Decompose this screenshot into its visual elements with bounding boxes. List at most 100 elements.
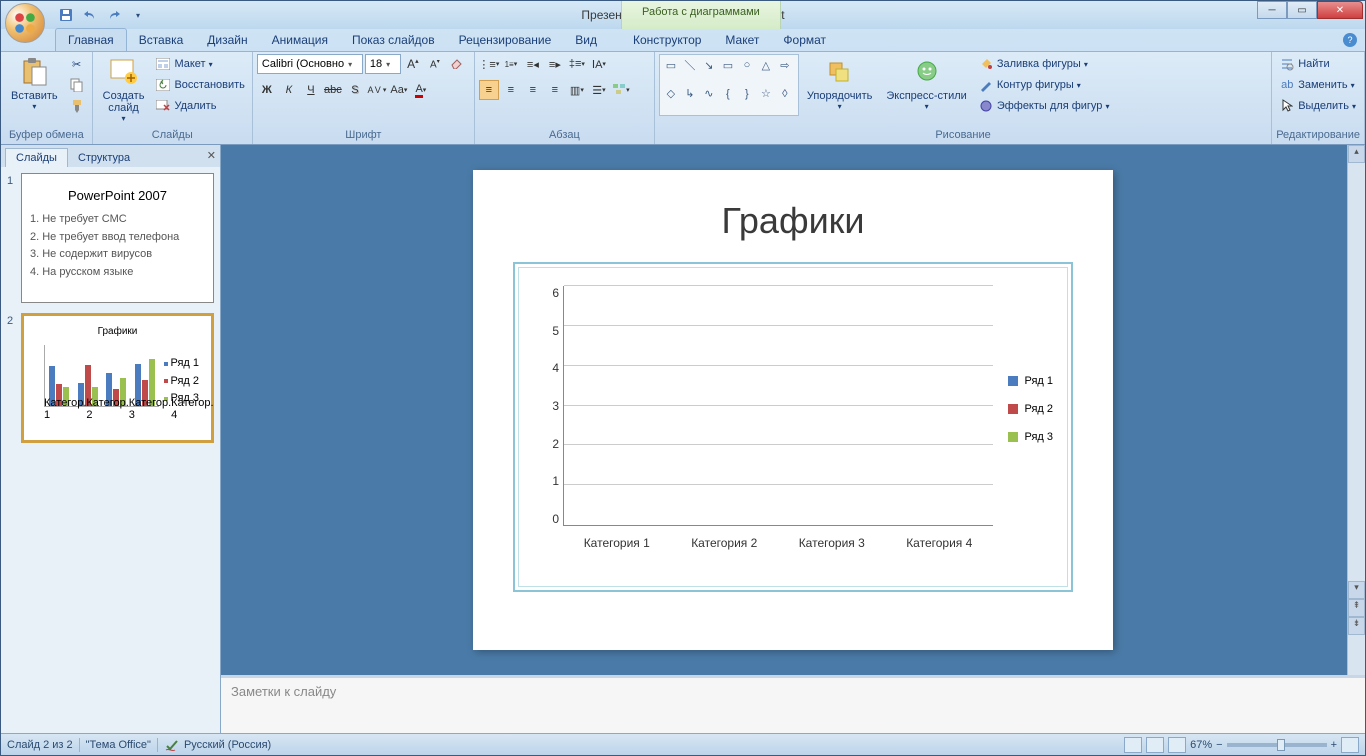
zoom-value[interactable]: 67%: [1190, 739, 1212, 751]
redo-button[interactable]: [105, 6, 123, 24]
tab-home[interactable]: Главная: [55, 28, 127, 51]
shape-effects-button[interactable]: Эффекты для фигур ▾: [975, 96, 1113, 116]
pane-close-button[interactable]: ✕: [207, 149, 216, 162]
pane-tab-outline[interactable]: Структура: [68, 149, 140, 167]
tab-chart-design[interactable]: Конструктор: [621, 29, 713, 51]
shadow-button[interactable]: S: [345, 80, 365, 100]
textbox-icon: ▭: [663, 58, 679, 72]
align-right-button[interactable]: ≡: [523, 80, 543, 100]
dec-indent-icon: ≡◂: [527, 58, 539, 71]
thumbnail-2[interactable]: 2 Графики Ряд 1Ряд 2Ряд 3Категор. 1Катег…: [7, 313, 214, 443]
lbrace-icon: {: [720, 87, 736, 101]
close-button[interactable]: ✕: [1317, 1, 1363, 19]
workspace: Слайды Структура ✕ 1 PowerPoint 2007 1. …: [1, 145, 1365, 733]
align-left-icon: ≡: [486, 84, 492, 96]
cut-button[interactable]: ✂: [66, 54, 88, 74]
save-button[interactable]: [57, 6, 75, 24]
sorter-view-button[interactable]: [1146, 737, 1164, 753]
tab-review[interactable]: Рецензирование: [447, 29, 564, 51]
shape-outline-button[interactable]: Контур фигуры ▾: [975, 75, 1113, 95]
paste-button[interactable]: Вставить▾: [5, 54, 64, 113]
layout-button[interactable]: Макет ▾: [152, 54, 247, 74]
reset-button[interactable]: Восстановить: [152, 75, 247, 95]
new-slide-button[interactable]: Создать слайд▾: [97, 54, 151, 125]
inc-indent-button[interactable]: ≡▸: [545, 54, 565, 74]
format-painter-button[interactable]: [66, 96, 88, 116]
normal-view-button[interactable]: [1124, 737, 1142, 753]
tab-animation[interactable]: Анимация: [260, 29, 340, 51]
scroll-up-button[interactable]: ▴: [1348, 145, 1365, 163]
minimize-button[interactable]: ─: [1257, 1, 1287, 19]
zoom-slider[interactable]: [1227, 743, 1327, 747]
tab-design[interactable]: Дизайн: [195, 29, 259, 51]
arrange-button[interactable]: Упорядочить▾: [801, 54, 878, 113]
text-direction-button[interactable]: ⅠA▾: [589, 54, 609, 74]
numbering-button[interactable]: 1≡▾: [501, 54, 521, 74]
change-case-button[interactable]: Aa▾: [389, 80, 409, 100]
font-color-button[interactable]: A▾: [411, 80, 431, 100]
find-icon: [1279, 56, 1295, 72]
notes-pane[interactable]: Заметки к слайду: [221, 675, 1365, 733]
bullets-button[interactable]: ⋮≡▾: [479, 54, 499, 74]
status-bar: Слайд 2 из 2 "Тема Office" Русский (Росс…: [1, 733, 1365, 755]
dec-indent-button[interactable]: ≡◂: [523, 54, 543, 74]
replace-button[interactable]: abЗаменить ▾: [1276, 75, 1359, 95]
zoom-out-button[interactable]: −: [1216, 739, 1222, 751]
delete-button[interactable]: Удалить: [152, 96, 247, 116]
fit-window-button[interactable]: [1341, 737, 1359, 753]
office-button[interactable]: [5, 3, 45, 43]
text-dir-icon: ⅠA: [592, 58, 603, 71]
help-button[interactable]: ?: [1343, 33, 1357, 47]
align-center-button[interactable]: ≡: [501, 80, 521, 100]
undo-button[interactable]: [81, 6, 99, 24]
italic-button[interactable]: К: [279, 80, 299, 100]
bold-button[interactable]: Ж: [257, 80, 277, 100]
chart-object[interactable]: 6543210 Категория 1Категория 2Категория …: [513, 262, 1073, 592]
line-spacing-button[interactable]: ‡≡▾: [567, 54, 587, 74]
tab-chart-layout[interactable]: Макет: [713, 29, 771, 51]
next-slide-button[interactable]: ⇟: [1348, 617, 1365, 635]
status-language[interactable]: Русский (Россия): [184, 739, 271, 751]
rect-icon: ▭: [720, 58, 736, 72]
thumbnail-1[interactable]: 1 PowerPoint 2007 1. Не требует СМС 2. Н…: [7, 173, 214, 303]
strike-button[interactable]: abc: [323, 80, 343, 100]
shape-fill-button[interactable]: Заливка фигуры ▾: [975, 54, 1113, 74]
align-text-button[interactable]: ☰▾: [589, 80, 609, 100]
tab-view[interactable]: Вид: [563, 29, 609, 51]
zoom-in-button[interactable]: +: [1331, 739, 1337, 751]
justify-button[interactable]: ≡: [545, 80, 565, 100]
case-icon: Aa: [390, 84, 403, 96]
align-left-button[interactable]: ≡: [479, 80, 499, 100]
spellcheck-icon[interactable]: [164, 737, 180, 753]
main-slide[interactable]: Графики 6543210 Категория 1Категория 2Ка…: [473, 170, 1113, 650]
slideshow-view-button[interactable]: [1168, 737, 1186, 753]
scroll-down-button[interactable]: ▾: [1348, 581, 1365, 599]
clear-format-button[interactable]: [447, 54, 467, 74]
find-button[interactable]: Найти: [1276, 54, 1359, 74]
quick-styles-button[interactable]: Экспресс-стили▾: [880, 54, 972, 113]
select-button[interactable]: Выделить ▾: [1276, 96, 1359, 116]
smartart-button[interactable]: ▾: [611, 80, 631, 100]
tab-chart-format[interactable]: Формат: [771, 29, 838, 51]
pane-tab-slides[interactable]: Слайды: [5, 148, 68, 167]
slide-title[interactable]: Графики: [513, 200, 1073, 242]
shapes-gallery[interactable]: ▭ ＼ ↘ ▭ ○ △ ⇨ ◇ ↳ ∿ { } ☆ ◊: [659, 54, 799, 116]
oval-icon: ○: [739, 58, 755, 72]
spacing-icon: AV: [367, 85, 382, 95]
font-size-combo[interactable]: 18▾: [365, 54, 401, 74]
qat-customize[interactable]: ▾: [129, 6, 147, 24]
underline-button[interactable]: Ч: [301, 80, 321, 100]
tab-insert[interactable]: Вставка: [127, 29, 196, 51]
copy-button[interactable]: [66, 75, 88, 95]
maximize-button[interactable]: ▭: [1287, 1, 1317, 19]
shrink-font-button[interactable]: A▾: [425, 54, 445, 74]
shadow-icon: S: [351, 84, 358, 96]
ribbon: Вставить▾ ✂ Буфер обмена Создать слайд▾ …: [1, 51, 1365, 145]
prev-slide-button[interactable]: ⇞: [1348, 599, 1365, 617]
grow-font-button[interactable]: A▴: [403, 54, 423, 74]
vertical-scrollbar[interactable]: ▴ ▾ ⇞ ⇟: [1347, 145, 1365, 675]
font-name-combo[interactable]: Calibri (Основно▾: [257, 54, 363, 74]
columns-button[interactable]: ▥▾: [567, 80, 587, 100]
char-spacing-button[interactable]: AV▾: [367, 80, 387, 100]
tab-slideshow[interactable]: Показ слайдов: [340, 29, 447, 51]
